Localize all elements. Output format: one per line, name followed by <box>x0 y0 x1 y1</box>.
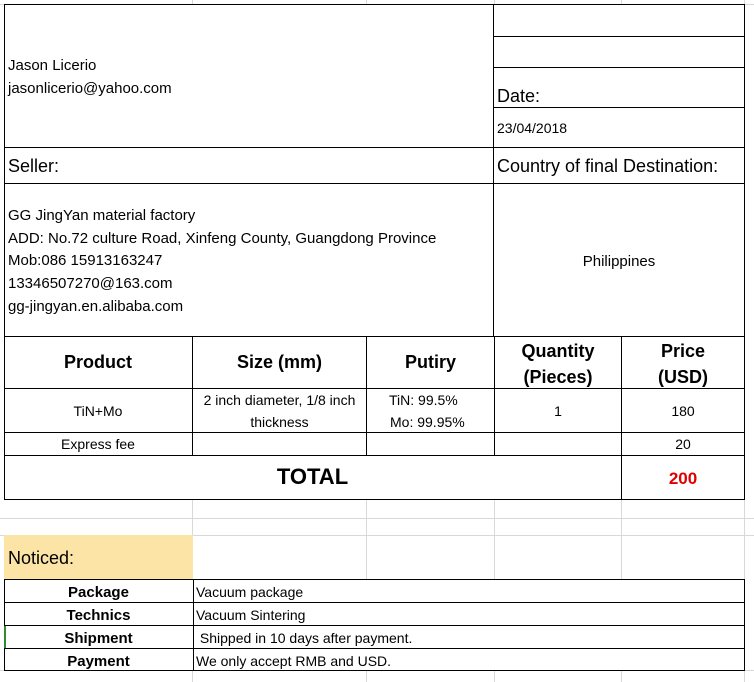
notice-key: Package <box>68 584 129 601</box>
seller-line: 13346507270@163.com <box>8 275 173 292</box>
notice-key: Payment <box>67 653 130 670</box>
cell-purity: TiN: 99.5% <box>389 392 458 408</box>
destination-value: Philippines <box>582 253 656 270</box>
cell-quantity: 1 <box>554 403 562 419</box>
seller-line: ADD: No.72 culture Road, Xinfeng County,… <box>8 230 437 247</box>
seller-line: GG JingYan material factory <box>8 207 196 224</box>
notice-value: Shipped in 10 days after payment. <box>196 630 413 646</box>
blank-cell <box>493 36 745 68</box>
seller-label: Seller: <box>8 156 60 176</box>
gridline <box>0 518 754 519</box>
cell-product: TiN+Mo <box>73 403 123 419</box>
row-divider <box>4 602 745 603</box>
buyer-block <box>4 4 494 148</box>
row-divider <box>4 625 745 626</box>
header-product: Product <box>63 352 132 372</box>
header-quantity-unit: (Pieces) <box>523 367 593 387</box>
seller-label-cell <box>4 147 494 184</box>
notice-value: We only accept RMB and USD. <box>196 653 392 669</box>
notice-label: Noticed: <box>8 548 75 568</box>
notice-key: Technics <box>66 607 131 624</box>
header-size: Size (mm) <box>236 352 323 372</box>
date-value: 23/04/2018 <box>497 120 568 136</box>
cell-price: 180 <box>671 403 695 419</box>
notice-value: Vacuum Sintering <box>196 607 306 623</box>
row-divider <box>4 648 745 649</box>
header-purity: Putiry <box>404 352 456 372</box>
notice-value: Vacuum package <box>196 584 304 600</box>
cell-size: thickness <box>250 414 309 430</box>
notice-key: Shipment <box>64 630 133 647</box>
row-divider <box>4 388 745 389</box>
date-label: Date: <box>497 86 541 106</box>
cell-product: Express fee <box>61 436 135 452</box>
buyer-email: jasonlicerio@yahoo.com <box>8 80 172 97</box>
spreadsheet: Jason Licerio jasonlicerio@yahoo.com Dat… <box>0 0 754 682</box>
row-divider <box>4 432 745 433</box>
header-price-unit: (USD) <box>658 367 708 387</box>
total-label: TOTAL <box>276 464 349 489</box>
cell-purity: Mo: 99.95% <box>390 414 465 430</box>
seller-line: Mob:086 15913163247 <box>8 252 163 269</box>
cell-price: 20 <box>675 436 691 452</box>
header-price: Price <box>660 341 706 361</box>
cell-size: 2 inch diameter, 1/8 inch <box>203 392 356 408</box>
header-quantity: Quantity <box>521 341 595 361</box>
destination-label: Country of final Destination: <box>497 156 719 176</box>
row-divider <box>4 455 745 456</box>
buyer-name: Jason Licerio <box>8 57 97 74</box>
total-value: 200 <box>668 469 698 488</box>
seller-line: gg-jingyan.en.alibaba.com <box>8 298 184 315</box>
blank-cell <box>493 4 745 37</box>
